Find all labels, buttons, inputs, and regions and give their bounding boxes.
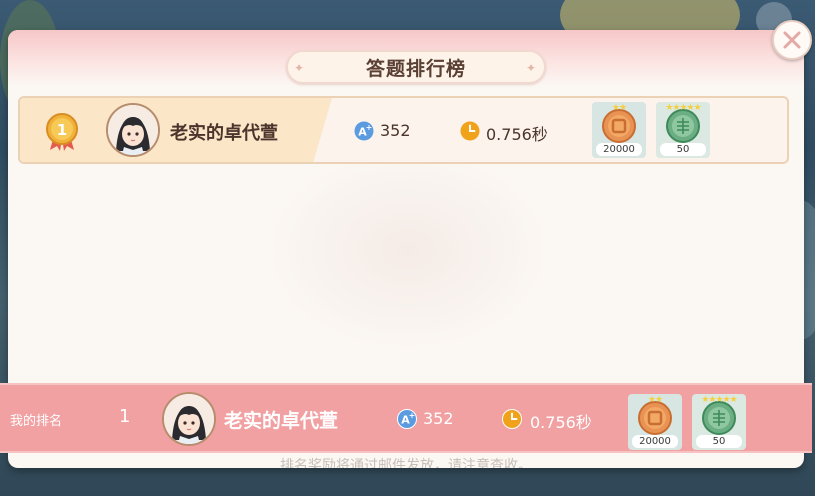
footer-hint-text: 排名奖励将通过邮件发放，请注意查收。 bbox=[280, 458, 532, 468]
title-plaque: ✦ 答题排行榜 ✦ bbox=[286, 50, 546, 84]
close-icon bbox=[783, 31, 801, 49]
panel-watermark-pattern bbox=[268, 150, 548, 350]
avatar[interactable] bbox=[162, 392, 216, 446]
my-rank-bar: 我的排名 1 老实的卓代萱 A + 352 0.756秒 ★★ 20000 ★★… bbox=[0, 383, 812, 453]
score-icon: A + bbox=[397, 409, 417, 429]
time-value: 0.756秒 bbox=[486, 125, 548, 144]
plaque-ornament-icon: ✦ bbox=[294, 61, 305, 75]
svg-text:1: 1 bbox=[57, 121, 67, 139]
reward-item[interactable]: ★★★★★ 50 bbox=[656, 102, 710, 158]
gold-medal-icon: 1 bbox=[46, 113, 78, 151]
star-rating: ★★ bbox=[611, 103, 627, 113]
star-rating: ★★ bbox=[647, 395, 663, 405]
page-title: 答题排行榜 bbox=[365, 57, 466, 80]
score-value: 352 bbox=[380, 121, 411, 140]
my-rank-number: 1 bbox=[119, 406, 131, 427]
reward-quantity: 50 bbox=[696, 435, 742, 448]
svg-text:+: + bbox=[366, 123, 373, 132]
clock-icon bbox=[502, 409, 522, 429]
reward-quantity: 50 bbox=[660, 143, 706, 156]
player-portrait-icon bbox=[164, 394, 214, 444]
reward-quantity: 20000 bbox=[632, 435, 678, 448]
reward-quantity: 20000 bbox=[596, 143, 642, 156]
time-value: 0.756秒 bbox=[530, 413, 592, 432]
star-rating: ★★★★★ bbox=[701, 395, 737, 405]
svg-text:+: + bbox=[409, 411, 416, 420]
player-portrait-icon bbox=[108, 105, 158, 155]
reward-item[interactable]: ★★★★★ 50 bbox=[692, 394, 746, 450]
my-rank-label: 我的排名 bbox=[10, 414, 63, 429]
clock-icon bbox=[460, 121, 480, 141]
star-rating: ★★★★★ bbox=[665, 103, 701, 113]
reward-item[interactable]: ★★ 20000 bbox=[628, 394, 682, 450]
player-name: 老实的卓代萱 bbox=[170, 123, 278, 144]
plaque-ornament-icon: ✦ bbox=[526, 61, 537, 75]
score-value: 352 bbox=[423, 409, 454, 428]
close-button[interactable] bbox=[772, 20, 812, 60]
score-icon: A + bbox=[354, 121, 374, 141]
avatar[interactable] bbox=[106, 103, 160, 157]
reward-item[interactable]: ★★ 20000 bbox=[592, 102, 646, 158]
player-name: 老实的卓代萱 bbox=[224, 410, 339, 432]
leaderboard-row-1[interactable]: 1 老实的卓代萱 A + 352 0.756秒 ★★ 20000 ★★★★★ 5… bbox=[18, 96, 789, 164]
